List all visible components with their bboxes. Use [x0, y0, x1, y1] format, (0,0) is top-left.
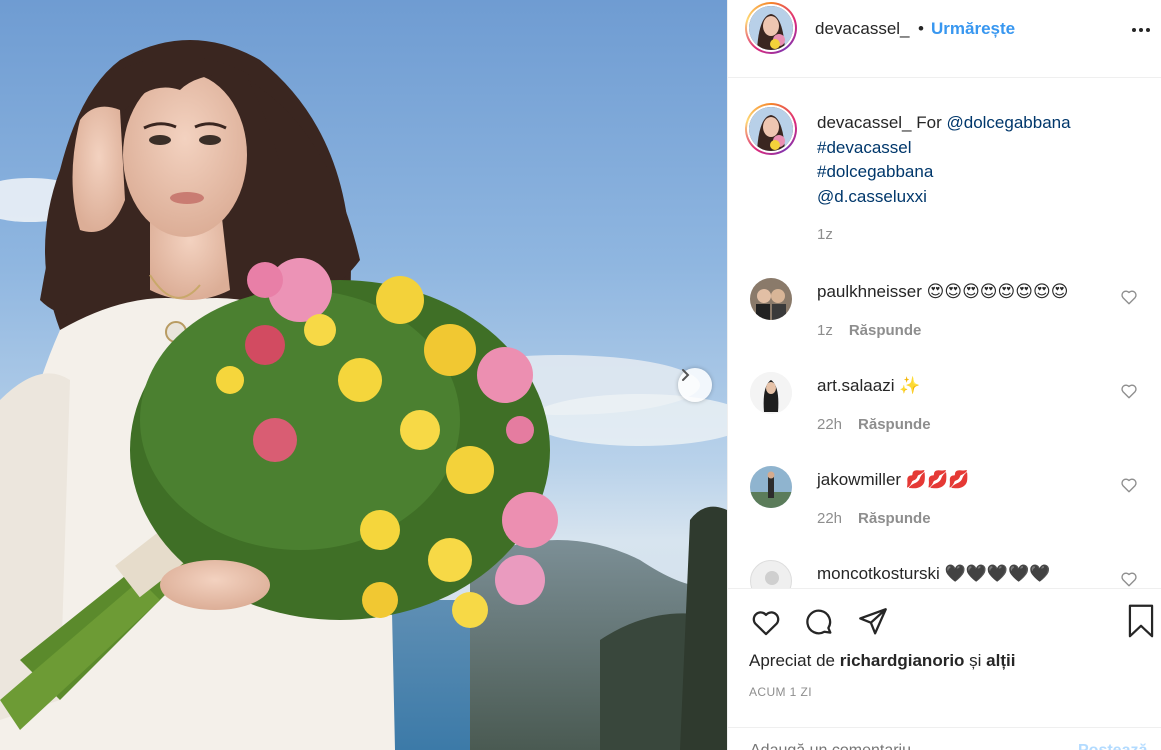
caption-avatar[interactable]	[745, 103, 797, 155]
caption-prefix: For	[916, 113, 942, 132]
commenter-avatar[interactable]	[750, 278, 792, 320]
hashtag-link[interactable]: #dolcegabbana	[817, 162, 933, 181]
like-comment-icon[interactable]	[1120, 570, 1138, 588]
bookmark-icon[interactable]	[1124, 603, 1158, 639]
comment-username[interactable]: moncotkosturski	[817, 564, 940, 583]
add-comment-bar: Postează	[728, 727, 1161, 750]
commenter-avatar[interactable]	[750, 372, 792, 414]
chevron-right-icon	[682, 369, 690, 381]
comment-username[interactable]: paulkhneisser	[817, 282, 922, 301]
comment-item: art.salaazi ✨ 22h Răspunde	[728, 370, 1161, 460]
comment-meta: 22h Răspunde	[817, 416, 931, 433]
comment-line: paulkhneisser 😍😍😍😍😍😍😍😍	[817, 282, 1068, 302]
comment-item: paulkhneisser 😍😍😍😍😍😍😍😍 1z Răspunde	[728, 276, 1161, 366]
post-comment-button[interactable]: Postează	[1078, 742, 1147, 750]
comment-meta: 1z Răspunde	[817, 322, 921, 339]
comment-text: 😍😍😍😍😍😍😍😍	[926, 282, 1069, 301]
post-header: devacassel_ • Urmărește	[728, 0, 1161, 78]
posted-time: ACUM 1 ZI	[749, 685, 812, 699]
follow-button[interactable]: Urmărește	[931, 19, 1015, 39]
comment-icon[interactable]	[802, 605, 836, 639]
author-avatar[interactable]	[745, 2, 797, 54]
post-side-panel: devacassel_ • Urmărește devacassel_ For …	[727, 0, 1161, 750]
comment-input[interactable]	[750, 742, 1050, 750]
comment-time: 22h	[817, 510, 843, 527]
like-comment-icon[interactable]	[1120, 382, 1138, 400]
reply-button[interactable]: Răspunde	[858, 416, 931, 433]
likes-prefix: Apreciat de	[749, 651, 835, 670]
comment-meta: 22h Răspunde	[817, 510, 931, 527]
comment-username[interactable]: jakowmiller	[817, 470, 901, 489]
photo-illustration	[0, 40, 727, 750]
comment-item: moncotkosturski 🖤🖤🖤🖤🖤	[728, 558, 1161, 588]
like-comment-icon[interactable]	[1120, 476, 1138, 494]
caption-time: 1z	[817, 226, 833, 243]
comment-text: ✨	[899, 376, 921, 395]
liked-by-others[interactable]: alții	[986, 651, 1015, 670]
comment-time: 22h	[817, 416, 843, 433]
likes-suffix: și	[969, 651, 982, 670]
separator-dot: •	[918, 19, 924, 38]
author-username[interactable]: devacassel_	[815, 19, 910, 39]
comment-text: 🖤🖤🖤🖤🖤	[944, 564, 1051, 583]
comment-item: jakowmiller 💋💋💋 22h Răspunde	[728, 464, 1161, 554]
next-photo-button[interactable]	[678, 368, 712, 402]
comment-text: 💋💋💋	[905, 470, 970, 489]
reply-button[interactable]: Răspunde	[849, 322, 922, 339]
comment-line: art.salaazi ✨	[817, 376, 920, 396]
comment-line: jakowmiller 💋💋💋	[817, 470, 969, 490]
post-photo[interactable]	[0, 0, 727, 750]
more-icon	[1132, 28, 1150, 32]
mention-link[interactable]: @d.casseluxxi	[817, 187, 927, 206]
post-actions: Apreciat de richardgianorio și alții ACU…	[728, 588, 1161, 750]
commenter-avatar[interactable]	[750, 560, 792, 588]
caption-username[interactable]: devacassel_	[817, 113, 912, 132]
mention-link[interactable]: @dolcegabbana	[946, 113, 1070, 132]
commenter-avatar[interactable]	[750, 466, 792, 508]
comment-username[interactable]: art.salaazi	[817, 376, 894, 395]
comment-time: 1z	[817, 322, 833, 339]
like-icon[interactable]	[749, 605, 783, 639]
like-comment-icon[interactable]	[1120, 288, 1138, 306]
likes-summary: Apreciat de richardgianorio și alții	[749, 651, 1015, 671]
share-icon[interactable]	[856, 605, 890, 639]
hashtag-link[interactable]: #devacassel	[817, 138, 912, 157]
reply-button[interactable]: Răspunde	[858, 510, 931, 527]
liked-by-user[interactable]: richardgianorio	[840, 651, 965, 670]
comment-line: moncotkosturski 🖤🖤🖤🖤🖤	[817, 564, 1050, 584]
caption-text: devacassel_ For @dolcegabbana #devacasse…	[817, 111, 1137, 209]
avatar-image	[749, 107, 793, 151]
avatar-image	[749, 6, 793, 50]
